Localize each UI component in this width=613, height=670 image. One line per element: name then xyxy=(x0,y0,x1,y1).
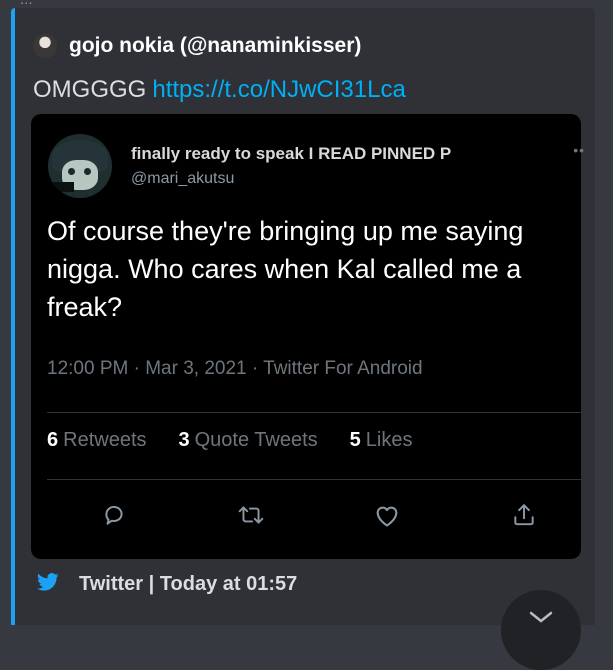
tweet-actions xyxy=(99,500,539,530)
share-icon xyxy=(509,500,539,530)
stat-quote-tweets: 3 Quote Tweets xyxy=(178,429,318,451)
tweet-handle: @mari_akutsu xyxy=(131,170,235,187)
divider xyxy=(47,479,581,480)
author-name[interactable]: gojo nokia (@nanaminkisser) xyxy=(69,34,361,58)
tweet-stats: 6 Retweets 3 Quote Tweets 5 Likes xyxy=(47,429,445,452)
embed-description: OMGGGG https://t.co/NJwCI31Lca xyxy=(33,76,406,104)
divider xyxy=(47,412,581,413)
cutoff-previous-message: ... xyxy=(20,0,33,8)
tweet-preview-image[interactable]: finally ready to speak I READ PINNED P @… xyxy=(31,114,584,559)
description-link[interactable]: https://t.co/NJwCI31Lca xyxy=(152,76,405,103)
author-avatar xyxy=(33,34,57,58)
tweet-avatar xyxy=(48,134,112,198)
stat-likes: 5 Likes xyxy=(349,429,413,451)
like-icon xyxy=(372,500,402,530)
more-dots-icon: •• xyxy=(573,142,585,158)
tweet-text: Of course they're bringing up me saying … xyxy=(47,216,524,322)
description-text: OMGGGG xyxy=(33,76,147,103)
stat-retweets: 6 Retweets xyxy=(47,429,147,451)
tweet-meta: 12:00 PM · Mar 3, 2021 · Twitter For And… xyxy=(47,358,423,379)
footer-text: Twitter | Today at 01:57 xyxy=(79,573,298,595)
jump-to-bottom-button[interactable] xyxy=(501,590,581,670)
chevron-down-icon xyxy=(529,611,553,623)
reply-icon xyxy=(99,500,129,530)
embed-footer: Twitter | Today at 01:57 xyxy=(37,573,297,596)
retweet-icon xyxy=(236,500,266,530)
twitter-bird-icon xyxy=(37,573,59,596)
twitter-embed: gojo nokia (@nanaminkisser) OMGGGG https:… xyxy=(11,8,595,625)
tweet-display-name: finally ready to speak I READ PINNED P xyxy=(131,144,452,163)
embed-author[interactable]: gojo nokia (@nanaminkisser) xyxy=(33,34,361,58)
